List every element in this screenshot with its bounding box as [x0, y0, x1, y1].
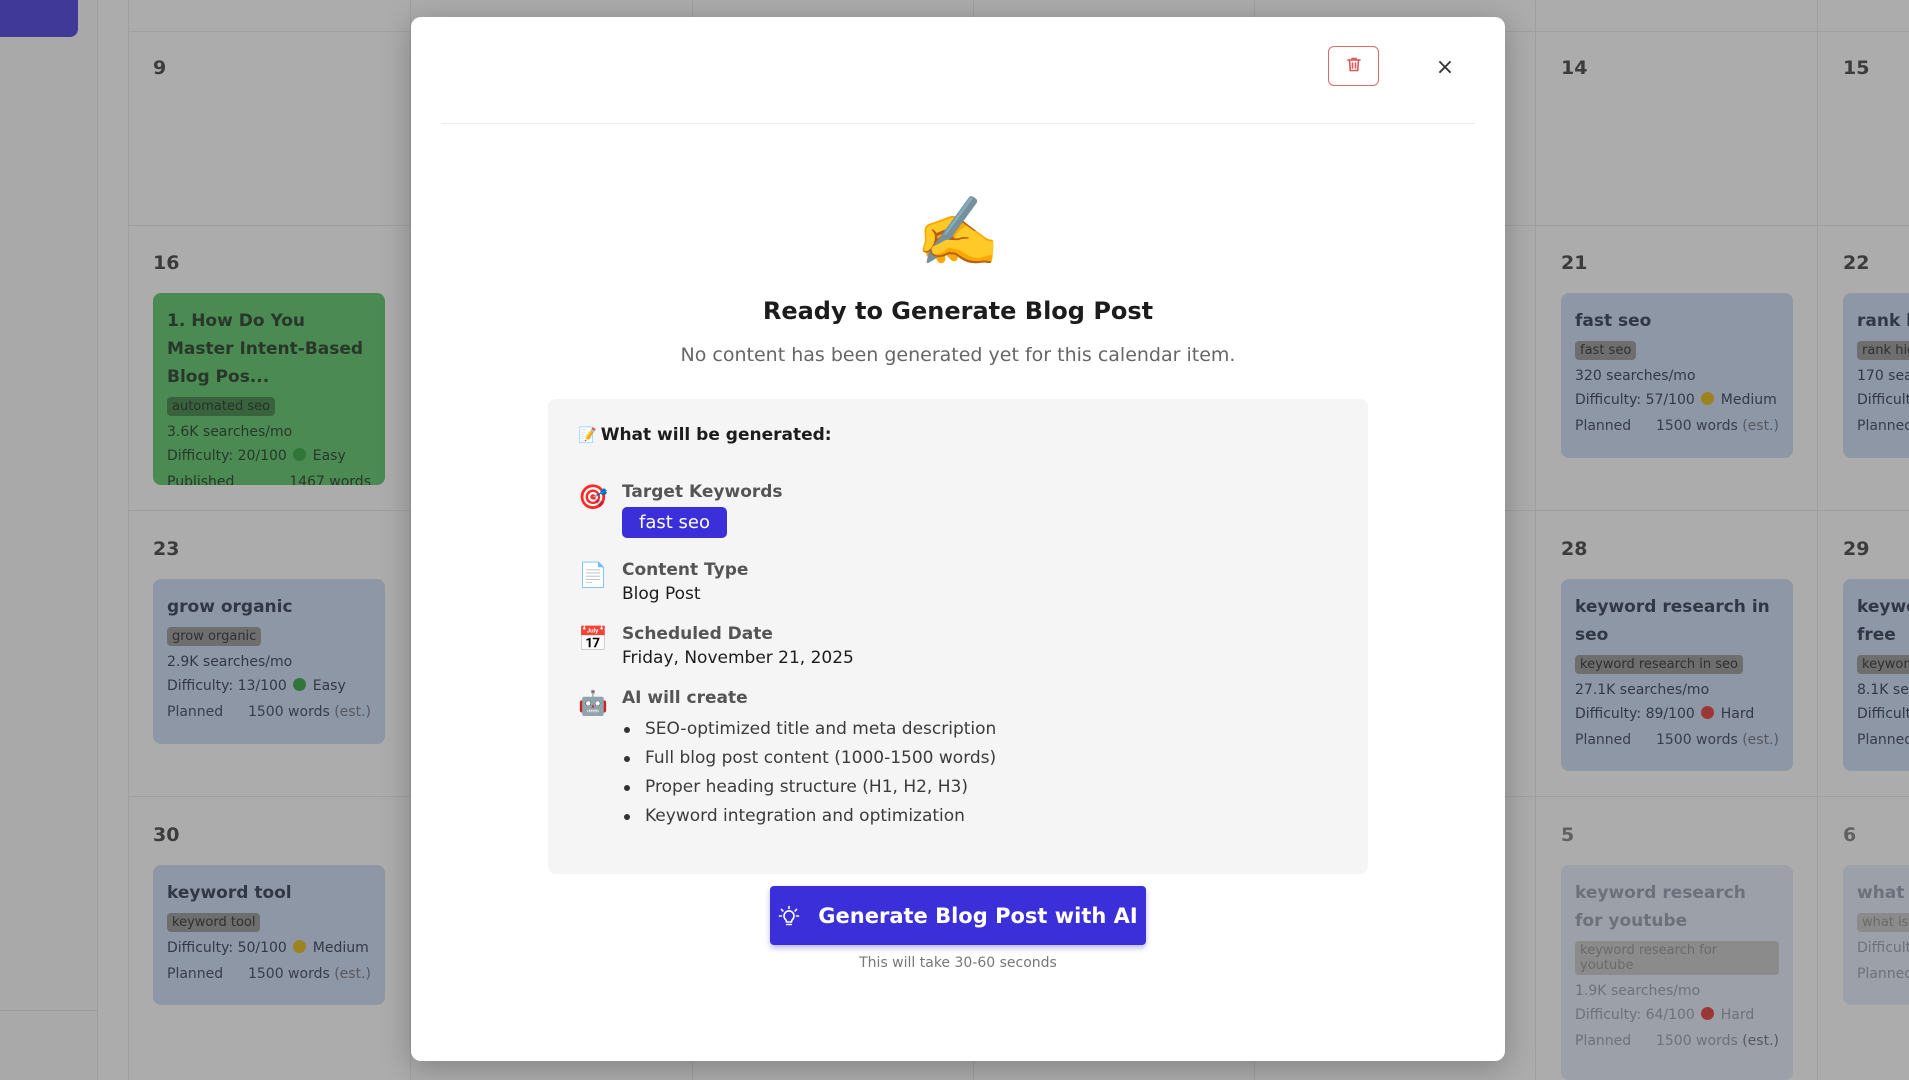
document-icon: 📄 — [578, 561, 608, 589]
scheduled-date-label: Scheduled Date — [622, 624, 773, 644]
delete-button[interactable] — [1328, 46, 1379, 86]
modal-header: × — [441, 17, 1475, 124]
trash-icon — [1346, 56, 1362, 77]
generate-button-label: Generate Blog Post with AI — [818, 903, 1138, 928]
generation-details-panel: 📝 What will be generated: 🎯 Target Keywor… — [548, 399, 1368, 874]
ai-output-list: SEO-optimized title and meta description… — [622, 715, 1338, 831]
generate-blog-post-button[interactable]: Generate Blog Post with AI — [770, 886, 1146, 945]
generate-post-modal: × ✍️ Ready to Generate Blog Post No cont… — [411, 17, 1505, 1061]
target-keywords-label: Target Keywords — [622, 482, 783, 502]
generation-time-note: This will take 30-60 seconds — [859, 955, 1057, 971]
list-item: Full blog post content (1000-1500 words) — [622, 744, 1338, 773]
memo-icon: 📝 — [578, 426, 597, 444]
modal-subtitle: No content has been generated yet for th… — [680, 344, 1236, 366]
content-type-label: Content Type — [622, 560, 749, 580]
keyword-chip: fast seo — [622, 507, 727, 538]
writing-hand-icon: ✍️ — [915, 193, 1001, 272]
target-icon: 🎯 — [578, 483, 608, 511]
robot-icon: 🤖 — [578, 689, 608, 717]
lightbulb-icon — [778, 905, 800, 927]
close-button[interactable]: × — [1429, 51, 1461, 83]
panel-heading: 📝 What will be generated: — [578, 425, 832, 445]
list-item: Proper heading structure (H1, H2, H3) — [622, 773, 1338, 802]
list-item: Keyword integration and optimization — [622, 802, 1338, 831]
modal-title: Ready to Generate Blog Post — [762, 297, 1154, 325]
scheduled-date-value: Friday, November 21, 2025 — [622, 648, 854, 668]
calendar-icon: 📅 — [578, 625, 608, 653]
content-type-value: Blog Post — [622, 584, 701, 604]
list-item: SEO-optimized title and meta description — [622, 715, 1338, 744]
ai-will-create-label: AI will create — [622, 688, 748, 708]
